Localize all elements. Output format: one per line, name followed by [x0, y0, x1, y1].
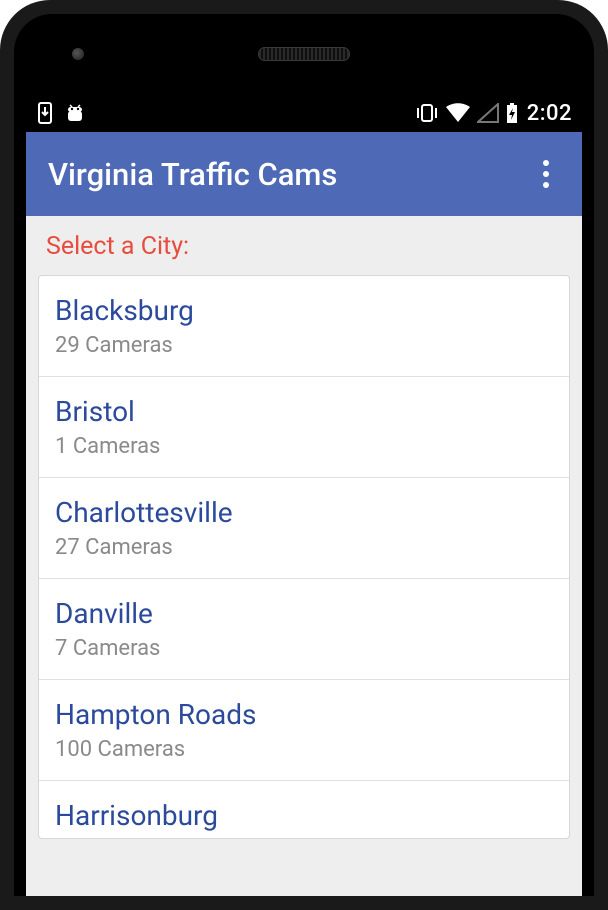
city-camera-count: 1 Cameras: [55, 434, 553, 459]
screen: 2:02 Virginia Traffic Cams Select a City…: [26, 94, 582, 896]
city-item-charlottesville[interactable]: Charlottesville 27 Cameras: [39, 478, 569, 579]
status-clock: 2:02: [525, 101, 572, 126]
city-camera-count: 7 Cameras: [55, 636, 553, 661]
content: Select a City: Blacksburg 29 Cameras Bri…: [26, 216, 582, 839]
city-camera-count: 29 Cameras: [55, 333, 553, 358]
front-camera: [72, 48, 84, 60]
status-bar: 2:02: [26, 94, 582, 132]
city-name: Blacksburg: [55, 294, 553, 327]
city-item-hampton-roads[interactable]: Hampton Roads 100 Cameras: [39, 680, 569, 781]
section-header: Select a City:: [26, 216, 582, 275]
city-name: Bristol: [55, 395, 553, 428]
city-list[interactable]: Blacksburg 29 Cameras Bristol 1 Cameras …: [38, 275, 570, 839]
city-name: Hampton Roads: [55, 698, 553, 731]
phone-speaker-area: [14, 14, 594, 94]
signal-icon: [477, 103, 499, 123]
phone-body: 2:02 Virginia Traffic Cams Select a City…: [0, 0, 608, 910]
battery-charging-icon: [505, 102, 519, 124]
vibrate-icon: [415, 103, 439, 123]
city-camera-count: 100 Cameras: [55, 737, 553, 762]
more-vert-icon: [543, 160, 549, 188]
app-title: Virginia Traffic Cams: [48, 156, 337, 193]
download-icon: [36, 102, 54, 124]
city-item-danville[interactable]: Danville 7 Cameras: [39, 579, 569, 680]
city-item-blacksburg[interactable]: Blacksburg 29 Cameras: [39, 276, 569, 377]
device-frame: 2:02 Virginia Traffic Cams Select a City…: [0, 0, 608, 910]
app-bar: Virginia Traffic Cams: [26, 132, 582, 216]
debug-icon: [64, 102, 86, 124]
status-left: [36, 102, 86, 124]
city-name: Harrisonburg: [55, 799, 553, 832]
city-camera-count: 27 Cameras: [55, 535, 553, 560]
phone-speaker: [258, 47, 350, 61]
city-name: Charlottesville: [55, 496, 553, 529]
phone-inner: 2:02 Virginia Traffic Cams Select a City…: [14, 14, 594, 896]
status-right: 2:02: [415, 101, 572, 126]
city-item-bristol[interactable]: Bristol 1 Cameras: [39, 377, 569, 478]
overflow-menu-button[interactable]: [532, 160, 560, 188]
city-name: Danville: [55, 597, 553, 630]
city-item-harrisonburg[interactable]: Harrisonburg: [39, 781, 569, 832]
wifi-icon: [445, 103, 471, 123]
